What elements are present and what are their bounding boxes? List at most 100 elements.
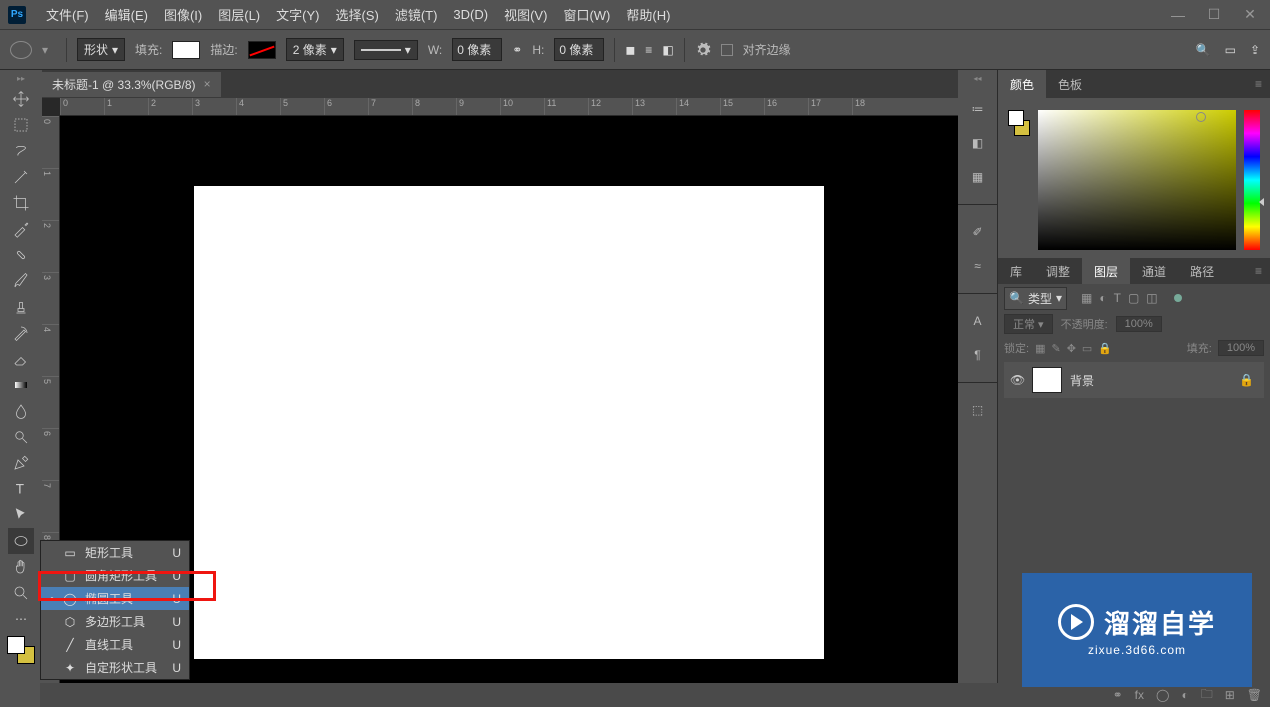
- fx-icon[interactable]: fx: [1135, 688, 1144, 702]
- color-swatches[interactable]: [7, 636, 35, 664]
- menu-file[interactable]: 文件(F): [38, 5, 97, 24]
- flyout-polygon[interactable]: ⬡多边形工具U: [41, 610, 189, 633]
- filter-type-icon[interactable]: T: [1114, 291, 1121, 305]
- arrange-icon[interactable]: ◧: [662, 43, 673, 57]
- height-input[interactable]: 0 像素: [554, 38, 604, 61]
- flyout-custom-shape[interactable]: ✦自定形状工具U: [41, 656, 189, 679]
- brushes-icon[interactable]: ✐: [967, 221, 989, 243]
- tool-mode-select[interactable]: 形状▾: [77, 38, 125, 61]
- adjustment-icon[interactable]: ◐: [1181, 688, 1188, 702]
- tab-channels[interactable]: 通道: [1130, 257, 1178, 286]
- visibility-icon[interactable]: 👁: [1010, 373, 1024, 387]
- tab-paths[interactable]: 路径: [1178, 257, 1226, 286]
- flyout-rectangle[interactable]: ▭矩形工具U: [41, 541, 189, 564]
- stroke-swatch[interactable]: [248, 41, 276, 59]
- layers-menu-icon[interactable]: ≡: [1247, 264, 1270, 278]
- dodge-tool[interactable]: [8, 424, 34, 450]
- menu-filter[interactable]: 滤镜(T): [387, 5, 446, 24]
- tab-close-button[interactable]: ×: [204, 77, 211, 91]
- crop-tool[interactable]: [8, 190, 34, 216]
- history-brush-tool[interactable]: [8, 320, 34, 346]
- layer-thumbnail[interactable]: [1032, 367, 1062, 393]
- tool-preset-icon[interactable]: [10, 41, 32, 59]
- flyout-rounded-rect[interactable]: ▢圆角矩形工具U: [41, 564, 189, 587]
- marquee-tool[interactable]: [8, 112, 34, 138]
- blur-tool[interactable]: [8, 398, 34, 424]
- canvas[interactable]: [194, 186, 824, 659]
- gradient-tool[interactable]: [8, 372, 34, 398]
- move-tool[interactable]: [8, 86, 34, 112]
- link-icon[interactable]: ⚭: [512, 43, 522, 57]
- brush-tool[interactable]: [8, 268, 34, 294]
- menu-select[interactable]: 选择(S): [327, 5, 386, 24]
- filter-image-icon[interactable]: ▦: [1081, 291, 1092, 305]
- heal-tool[interactable]: [8, 242, 34, 268]
- width-input[interactable]: 0 像素: [452, 38, 502, 61]
- history-icon[interactable]: ≔: [967, 98, 989, 120]
- zoom-tool[interactable]: [8, 580, 34, 606]
- fill-swatch[interactable]: [172, 41, 200, 59]
- swatches2-icon[interactable]: ▦: [967, 166, 989, 188]
- panel-menu-icon[interactable]: ≡: [1247, 77, 1270, 91]
- flyout-ellipse[interactable]: •◯椭圆工具U: [41, 587, 189, 610]
- lasso-tool[interactable]: [8, 138, 34, 164]
- shape-tool[interactable]: [8, 528, 34, 554]
- minimize-button[interactable]: —: [1166, 6, 1190, 24]
- 3d-icon[interactable]: ⬚: [967, 399, 989, 421]
- color-picker-ring[interactable]: [1196, 112, 1206, 122]
- lock-pos-icon[interactable]: ✥: [1067, 342, 1076, 355]
- tab-library[interactable]: 库: [998, 257, 1034, 286]
- layer-filter-select[interactable]: 🔍 类型 ▾: [1004, 287, 1067, 310]
- tab-color[interactable]: 颜色: [998, 70, 1046, 99]
- document-tab[interactable]: 未标题-1 @ 33.3%(RGB/8) ×: [42, 72, 221, 97]
- lock-pixels-icon[interactable]: ▦: [1035, 342, 1045, 355]
- edit-toolbar-icon[interactable]: ⋯: [8, 606, 34, 632]
- share-icon[interactable]: ⇪: [1250, 43, 1260, 57]
- opacity-input[interactable]: 100%: [1116, 316, 1162, 332]
- properties-icon[interactable]: ◧: [967, 132, 989, 154]
- mask-icon[interactable]: ◯: [1156, 688, 1169, 702]
- filter-adjust-icon[interactable]: ◐: [1099, 291, 1106, 305]
- delete-icon[interactable]: 🗑: [1247, 688, 1262, 702]
- new-layer-icon[interactable]: ⊞: [1225, 688, 1235, 702]
- hand-tool[interactable]: [8, 554, 34, 580]
- menu-help[interactable]: 帮助(H): [618, 5, 678, 24]
- blend-mode-select[interactable]: 正常 ▾: [1004, 314, 1053, 334]
- menu-layer[interactable]: 图层(L): [210, 5, 268, 24]
- canvas-viewport[interactable]: [60, 116, 958, 687]
- stroke-style-select[interactable]: ▾: [354, 40, 418, 60]
- tab-layers[interactable]: 图层: [1082, 257, 1130, 286]
- hue-slider[interactable]: [1244, 110, 1260, 250]
- paragraph-icon[interactable]: ¶: [967, 344, 989, 366]
- stroke-width-input[interactable]: 2 像素▾: [286, 38, 344, 61]
- lock-all-icon[interactable]: 🔒: [1098, 342, 1112, 355]
- tab-adjust[interactable]: 调整: [1034, 257, 1082, 286]
- lock-paint-icon[interactable]: ✎: [1051, 342, 1060, 355]
- lock-artboard-icon[interactable]: ▭: [1082, 342, 1092, 355]
- menu-view[interactable]: 视图(V): [496, 5, 555, 24]
- menu-image[interactable]: 图像(I): [156, 5, 210, 24]
- chevron-down-icon[interactable]: ▾: [42, 43, 56, 57]
- flyout-line[interactable]: ╱直线工具U: [41, 633, 189, 656]
- filter-shape-icon[interactable]: ▢: [1128, 291, 1139, 305]
- close-button[interactable]: ✕: [1238, 6, 1262, 24]
- menu-window[interactable]: 窗口(W): [555, 5, 618, 24]
- eraser-tool[interactable]: [8, 346, 34, 372]
- foreground-color[interactable]: [7, 636, 25, 654]
- type-tool[interactable]: T: [8, 476, 34, 502]
- filter-smart-icon[interactable]: ◫: [1146, 291, 1157, 305]
- expand-toolbox-icon[interactable]: ▸▸: [0, 74, 42, 86]
- brush-settings-icon[interactable]: ≈: [967, 255, 989, 277]
- fill-input[interactable]: 100%: [1218, 340, 1264, 356]
- stamp-tool[interactable]: [8, 294, 34, 320]
- eyedropper-tool[interactable]: [8, 216, 34, 242]
- menu-type[interactable]: 文字(Y): [268, 5, 327, 24]
- pen-tool[interactable]: [8, 450, 34, 476]
- align-icon[interactable]: ≡: [645, 43, 652, 57]
- filter-toggle[interactable]: [1174, 294, 1182, 302]
- character-icon[interactable]: A: [967, 310, 989, 332]
- link-layers-icon[interactable]: ⚭: [1113, 688, 1123, 702]
- group-icon[interactable]: 🗀: [1201, 685, 1213, 706]
- search-icon[interactable]: 🔍: [1196, 43, 1211, 57]
- color-panel-swatches[interactable]: [1008, 110, 1030, 136]
